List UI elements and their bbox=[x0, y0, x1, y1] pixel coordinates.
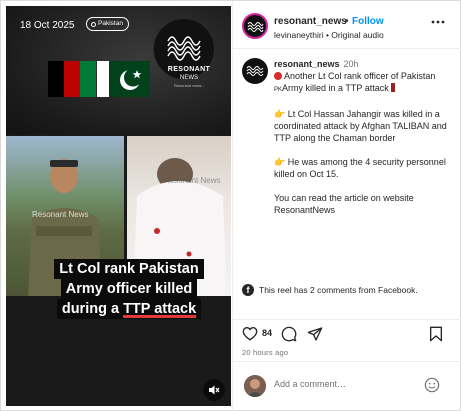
pushpin-icon bbox=[391, 83, 396, 92]
caption-paragraph-2: Lt Col Hassan Jahangir was killed in a c… bbox=[274, 109, 447, 143]
caption-paragraph-4: You can read the article on website Reso… bbox=[274, 193, 414, 215]
post-side-panel: resonant_news • Follow levinaneythiri • … bbox=[232, 1, 461, 411]
flag-band bbox=[80, 61, 96, 97]
post-caption: resonant_news 20h Another Lt Col rank off… bbox=[233, 49, 461, 321]
caption-text: resonant_news 20h Another Lt Col rank off… bbox=[274, 58, 454, 216]
author-username[interactable]: resonant_news bbox=[274, 16, 347, 27]
video-date: 18 Oct 2025 bbox=[20, 20, 75, 31]
mute-button[interactable] bbox=[203, 379, 225, 401]
comment-button[interactable] bbox=[281, 326, 297, 342]
video-watermark: Resonant News bbox=[164, 176, 221, 185]
location-tag: Pakistan bbox=[86, 17, 129, 31]
red-circle-icon bbox=[274, 72, 282, 80]
video-watermark: Resonant News bbox=[32, 210, 89, 219]
brand-subtitle: NEWS bbox=[180, 75, 198, 81]
location-pin-icon bbox=[91, 21, 96, 27]
caption-line-1: Another Lt Col rank officer of Pakistan bbox=[284, 71, 436, 81]
brand-wave-icon bbox=[246, 66, 264, 76]
caption-paragraph-3: He was among the 4 security personnel ki… bbox=[274, 157, 446, 179]
headline-line-1: Lt Col rank Pakistan bbox=[54, 259, 204, 279]
headline-highlight: TTP attack bbox=[123, 301, 197, 317]
more-options-button[interactable] bbox=[431, 15, 445, 29]
instagram-post-modal: 18 Oct 2025 Pakistan RESONANT NEWS Reson… bbox=[0, 0, 461, 411]
facebook-note-text: This reel has 2 comments from Facebook. bbox=[259, 285, 418, 295]
bookmark-icon bbox=[429, 326, 442, 342]
caption-time: 20h bbox=[343, 59, 359, 69]
video-headline: Lt Col rank Pakistan Army officer killed… bbox=[39, 259, 219, 319]
post-timestamp[interactable]: 20 hours ago bbox=[242, 348, 288, 357]
smiley-icon bbox=[424, 377, 440, 393]
speaker-muted-icon bbox=[209, 385, 220, 395]
comment-icon bbox=[281, 326, 297, 342]
likes-count[interactable]: 84 bbox=[262, 328, 272, 338]
headline-line-3: during a TTP attack bbox=[56, 299, 202, 319]
pakistan-flag bbox=[97, 61, 150, 97]
caption-line-2-prefix: PK bbox=[274, 87, 283, 93]
caption-line-2: Army killed in a TTP attack bbox=[282, 83, 389, 93]
like-button[interactable] bbox=[242, 326, 258, 341]
save-button[interactable] bbox=[429, 326, 443, 342]
action-bar: 84 20 hours ago bbox=[233, 319, 461, 361]
share-icon bbox=[307, 327, 323, 341]
share-button[interactable] bbox=[307, 326, 323, 342]
person-photo bbox=[244, 375, 266, 397]
caption-username[interactable]: resonant_news bbox=[274, 59, 340, 69]
facebook-comments-note: f This reel has 2 comments from Facebook… bbox=[242, 284, 418, 296]
flag-band bbox=[64, 61, 80, 97]
emoji-button[interactable] bbox=[424, 377, 440, 393]
follow-button[interactable]: Follow bbox=[352, 16, 384, 27]
pointing-hand-icon: 👉 bbox=[274, 109, 286, 119]
audio-subline[interactable]: levinaneythiri • Original audio bbox=[274, 30, 384, 40]
crescent-star-icon bbox=[120, 68, 142, 90]
headline-line-2: Army officer killed bbox=[60, 279, 198, 299]
caption-author-avatar[interactable] bbox=[242, 58, 268, 84]
pointing-hand-icon: 👉 bbox=[274, 157, 286, 167]
brand-wave-icon bbox=[247, 22, 264, 32]
flag-band bbox=[48, 61, 64, 97]
heart-icon bbox=[242, 327, 258, 341]
comment-input[interactable] bbox=[274, 379, 419, 389]
afghanistan-flag bbox=[48, 61, 96, 97]
comment-composer bbox=[233, 361, 461, 411]
brand-tagline: Resonant news · bbox=[173, 83, 204, 88]
facebook-icon: f bbox=[242, 284, 254, 296]
brand-name: RESONANT bbox=[167, 66, 211, 73]
separator-dot: • bbox=[345, 16, 349, 27]
viewer-avatar bbox=[244, 375, 266, 397]
more-horizontal-icon bbox=[431, 20, 445, 24]
author-avatar[interactable] bbox=[242, 13, 268, 39]
location-tag-label: Pakistan bbox=[98, 20, 123, 27]
post-header: resonant_news • Follow levinaneythiri • … bbox=[233, 1, 461, 49]
reel-video[interactable]: 18 Oct 2025 Pakistan RESONANT NEWS Reson… bbox=[6, 6, 231, 406]
